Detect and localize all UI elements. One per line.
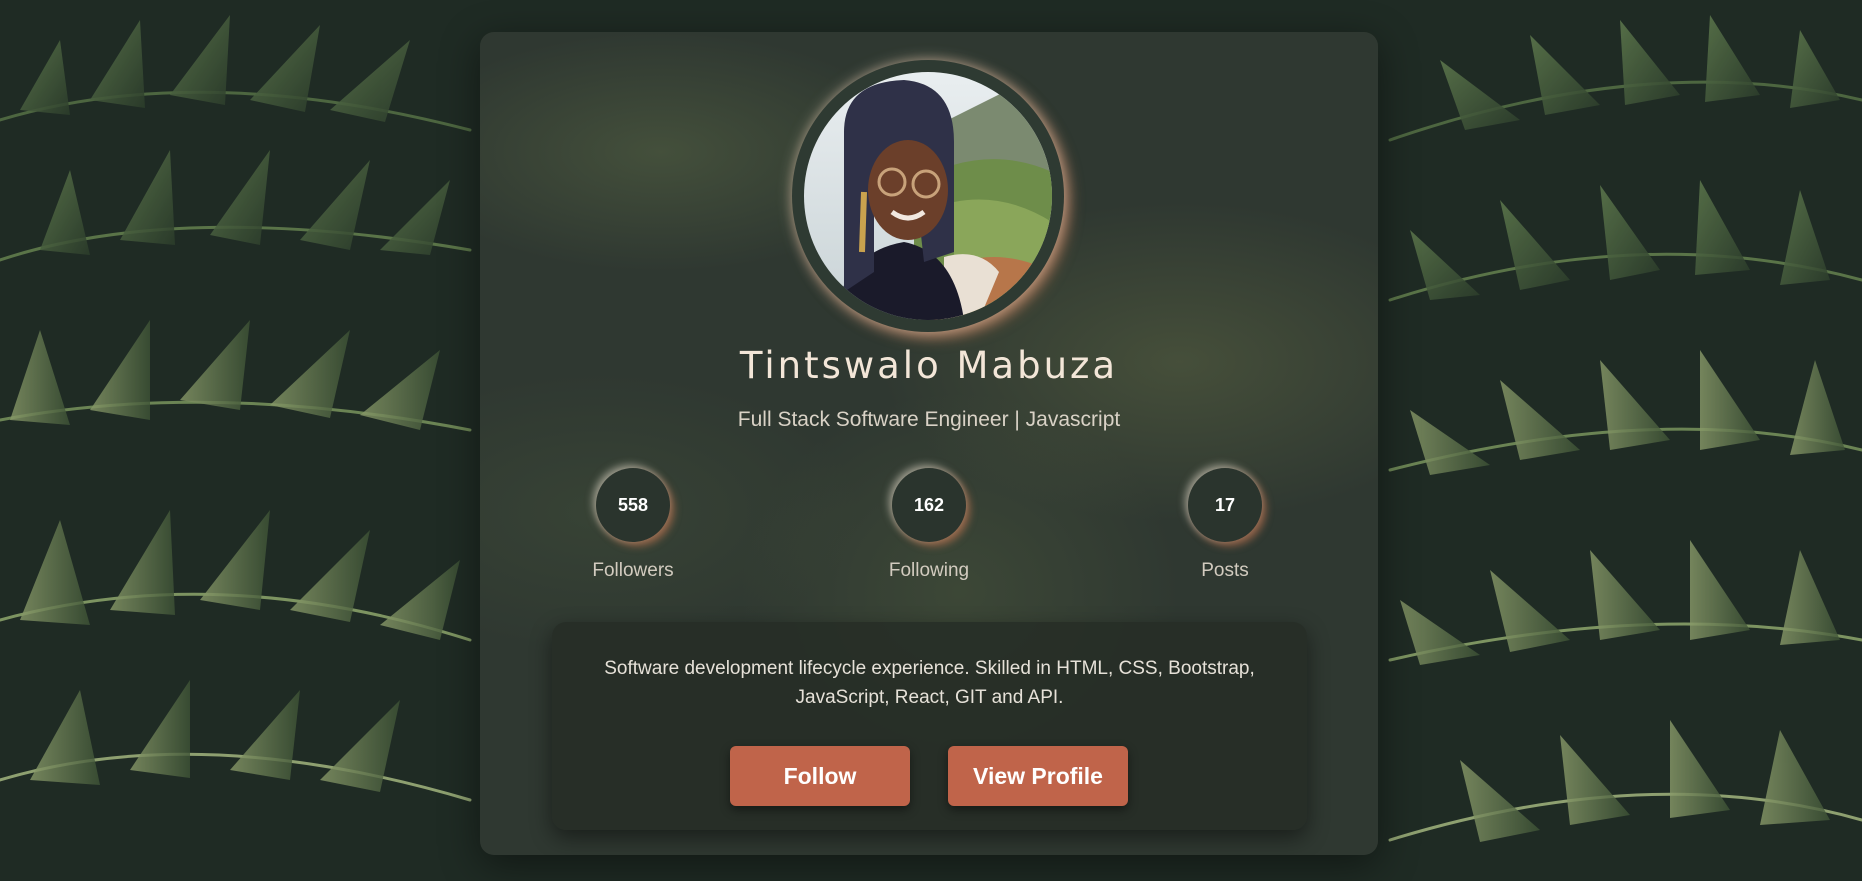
follow-button[interactable]: Follow bbox=[730, 746, 910, 806]
following-label: Following bbox=[888, 560, 970, 581]
stat-posts[interactable]: 17 Posts bbox=[1145, 468, 1305, 582]
stat-following[interactable]: 162 Following bbox=[849, 468, 1009, 582]
bio-text: Software development lifecycle experienc… bbox=[604, 658, 1255, 708]
stat-followers[interactable]: 558 Followers bbox=[553, 468, 713, 582]
following-count: 162 bbox=[892, 468, 966, 542]
profile-photo bbox=[804, 72, 1052, 320]
bio-panel: Software development lifecycle experienc… bbox=[552, 622, 1307, 830]
posts-label: Posts bbox=[1201, 560, 1249, 581]
profile-name: Tintswalo Mabuza bbox=[739, 344, 1119, 387]
followers-count: 558 bbox=[596, 468, 670, 542]
followers-label: Followers bbox=[592, 560, 674, 581]
profile-card: Tintswalo Mabuza Full Stack Software Eng… bbox=[480, 32, 1378, 855]
view-profile-button[interactable]: View Profile bbox=[948, 746, 1128, 806]
avatar-frame bbox=[792, 60, 1064, 332]
posts-count: 17 bbox=[1188, 468, 1262, 542]
avatar[interactable] bbox=[804, 72, 1052, 320]
profile-title: Full Stack Software Engineer | Javascrip… bbox=[737, 408, 1121, 431]
